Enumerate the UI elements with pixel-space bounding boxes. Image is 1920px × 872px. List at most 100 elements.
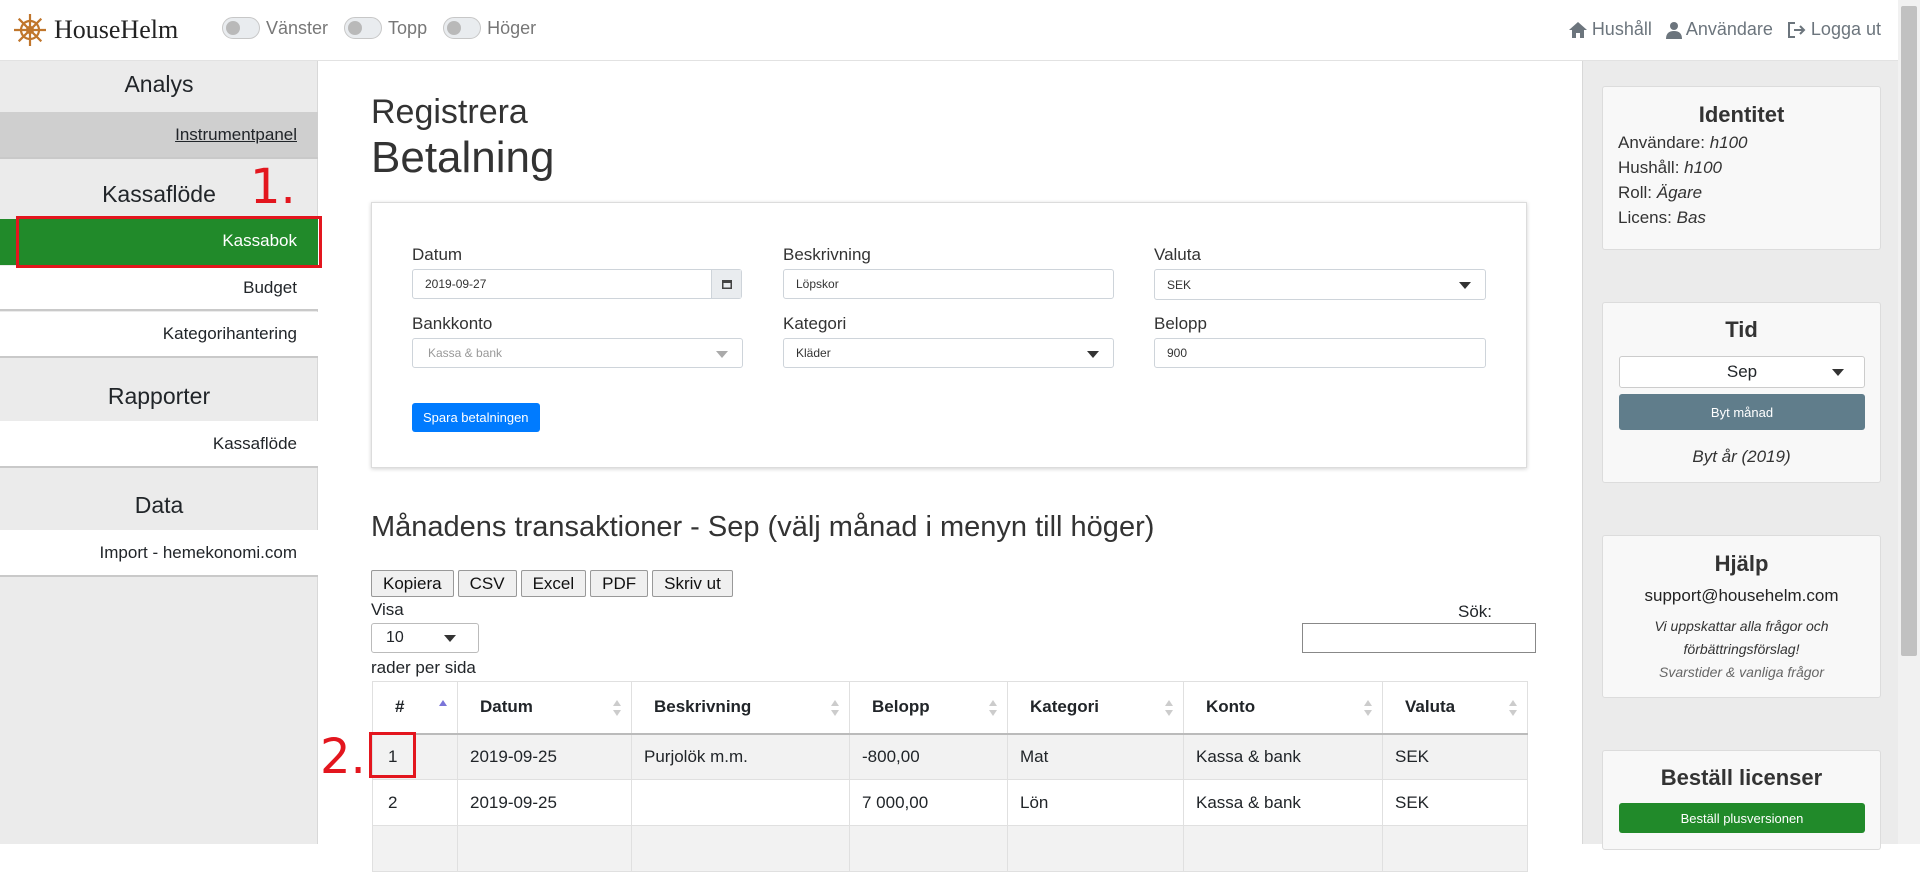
export-toolbar: Kopiera CSV Excel PDF Skriv ut <box>371 570 737 597</box>
column-header-amount[interactable]: Belopp <box>849 681 1008 735</box>
payment-form-card: Datum 2019-09-27 Beskrivning Löpskor Val… <box>371 202 1527 468</box>
column-header-description[interactable]: Beskrivning <box>631 681 850 735</box>
identity-role-value: Ägare <box>1656 183 1703 202</box>
household-link[interactable]: Hushåll <box>1568 19 1652 40</box>
cell-amount: -800,00 <box>849 733 1008 780</box>
sidebar-item-budget[interactable]: Budget <box>0 266 318 311</box>
toggle-right[interactable]: Höger <box>443 17 536 39</box>
cell-number: 2 <box>372 779 458 826</box>
print-button[interactable]: Skriv ut <box>652 570 733 597</box>
column-header-category[interactable]: Kategori <box>1007 681 1184 735</box>
csv-button[interactable]: CSV <box>457 570 517 597</box>
sidebar-item-kassaflode-report[interactable]: Kassaflöde <box>0 421 318 468</box>
column-header-number[interactable]: # <box>372 681 458 735</box>
page-title-small: Registrera <box>371 93 528 131</box>
description-value: Löpskor <box>796 277 839 291</box>
toggle-switch[interactable] <box>443 17 482 39</box>
toggle-left[interactable]: Vänster <box>222 17 328 39</box>
column-header-date[interactable]: Datum <box>457 681 632 735</box>
identity-household-value: h100 <box>1684 158 1722 177</box>
faq-link[interactable]: Svarstider & vanliga frågor <box>1603 664 1880 680</box>
sort-icon <box>1364 700 1372 718</box>
calendar-icon <box>721 280 732 289</box>
cell-amount: 7 000,00 <box>849 779 1008 826</box>
identity-role-label: Roll: <box>1618 183 1653 202</box>
sidebar-item-import[interactable]: Import - hemekonomi.com <box>0 530 318 577</box>
page-size-select[interactable]: 10 <box>371 623 479 653</box>
sidebar-item-instrumentpanel[interactable]: Instrumentpanel <box>0 112 318 159</box>
table-row[interactable] <box>372 825 1528 872</box>
rows-per-page-label: rader per sida <box>371 658 476 677</box>
cell-category: Mat <box>1007 733 1184 780</box>
sidebar-section-title: Data <box>134 492 184 518</box>
sort-ascending-icon <box>439 700 447 718</box>
switch-month-button[interactable]: Byt månad <box>1619 394 1865 430</box>
identity-license-label: Licens: <box>1618 208 1672 227</box>
chevron-down-icon <box>444 635 456 642</box>
cell-date: 2019-09-25 <box>457 779 632 826</box>
identity-user-value: h100 <box>1709 133 1748 152</box>
annotation-highlight-kassabok <box>16 216 322 268</box>
bank-account-value: Kassa & bank <box>428 346 503 360</box>
time-card: Tid Sep Byt månad Byt år (2019) <box>1602 302 1881 483</box>
sidebar-item-kategorihantering[interactable]: Kategorihantering <box>0 312 318 358</box>
order-plus-button[interactable]: Beställ plusversionen <box>1619 803 1865 833</box>
chevron-down-icon <box>1087 351 1099 358</box>
identity-user: Användare: h100 <box>1618 130 1880 155</box>
cell-description <box>631 825 850 872</box>
description-input[interactable]: Löpskor <box>783 269 1114 299</box>
page-size-value: 10 <box>386 629 404 646</box>
calendar-button[interactable] <box>711 270 741 298</box>
support-email[interactable]: support@househelm.com <box>1603 586 1880 606</box>
category-select[interactable]: Kläder <box>783 338 1114 368</box>
column-header-label: Beskrivning <box>654 697 752 717</box>
logout-link[interactable]: Logga ut <box>1787 19 1881 40</box>
currency-select[interactable]: SEK <box>1154 269 1486 300</box>
category-label: Kategori <box>783 314 847 333</box>
switch-year-link[interactable]: Byt år (2019) <box>1603 447 1880 467</box>
search-input[interactable] <box>1302 623 1536 653</box>
scrollbar-thumb[interactable] <box>1901 6 1917 656</box>
cell-category <box>1007 825 1184 872</box>
copy-button[interactable]: Kopiera <box>371 570 454 597</box>
cell-number <box>372 825 458 872</box>
toggle-switch[interactable] <box>222 17 260 39</box>
page-scrollbar[interactable] <box>1898 0 1920 844</box>
time-title: Tid <box>1725 317 1758 342</box>
pdf-button[interactable]: PDF <box>590 570 649 597</box>
column-header-label: Datum <box>480 697 533 717</box>
table-row[interactable]: 1 2019-09-25 Purjolök m.m. -800,00 Mat K… <box>372 733 1528 780</box>
main-content: Registrera Betalning Datum 2019-09-27 Be… <box>319 61 1581 872</box>
show-label: Visa <box>371 600 404 619</box>
cell-amount <box>849 825 1008 872</box>
identity-title: Identitet <box>1698 102 1785 127</box>
bank-account-select[interactable]: Kassa & bank <box>412 338 743 368</box>
month-select[interactable]: Sep <box>1619 356 1865 388</box>
cell-account: Kassa & bank <box>1183 779 1383 826</box>
sidebar-section-title: Analys <box>124 71 194 97</box>
toggle-label: Höger <box>487 17 537 38</box>
date-value: 2019-09-27 <box>425 277 487 291</box>
sign-out-icon <box>1787 21 1806 38</box>
column-header-account[interactable]: Konto <box>1183 681 1383 735</box>
toggle-switch[interactable] <box>344 17 383 39</box>
identity-role: Roll: Ägare <box>1618 180 1880 205</box>
date-input[interactable]: 2019-09-27 <box>412 269 742 299</box>
layout-toggles: Vänster Topp Höger <box>222 17 552 39</box>
identity-household-label: Hushåll: <box>1618 158 1680 177</box>
amount-input[interactable]: 900 <box>1154 338 1486 368</box>
help-card: Hjälp support@househelm.com Vi uppskatta… <box>1602 535 1881 698</box>
search-label: Sök: <box>1458 602 1493 621</box>
brand-logo[interactable]: HouseHelm <box>12 12 178 48</box>
toggle-top[interactable]: Topp <box>344 17 427 39</box>
date-label: Datum <box>412 245 463 264</box>
transactions-title: Månadens transaktioner - Sep (välj månad… <box>371 511 1155 543</box>
excel-button[interactable]: Excel <box>520 570 587 597</box>
users-link[interactable]: Användare <box>1665 19 1773 40</box>
annotation-step-2: 2. <box>320 729 366 785</box>
column-header-currency[interactable]: Valuta <box>1382 681 1528 735</box>
save-payment-button[interactable]: Spara betalningen <box>412 403 540 432</box>
sort-icon <box>613 700 621 718</box>
household-label: Hushåll <box>1591 19 1652 39</box>
table-row[interactable]: 2 2019-09-25 7 000,00 Lön Kassa & bank S… <box>372 779 1528 826</box>
